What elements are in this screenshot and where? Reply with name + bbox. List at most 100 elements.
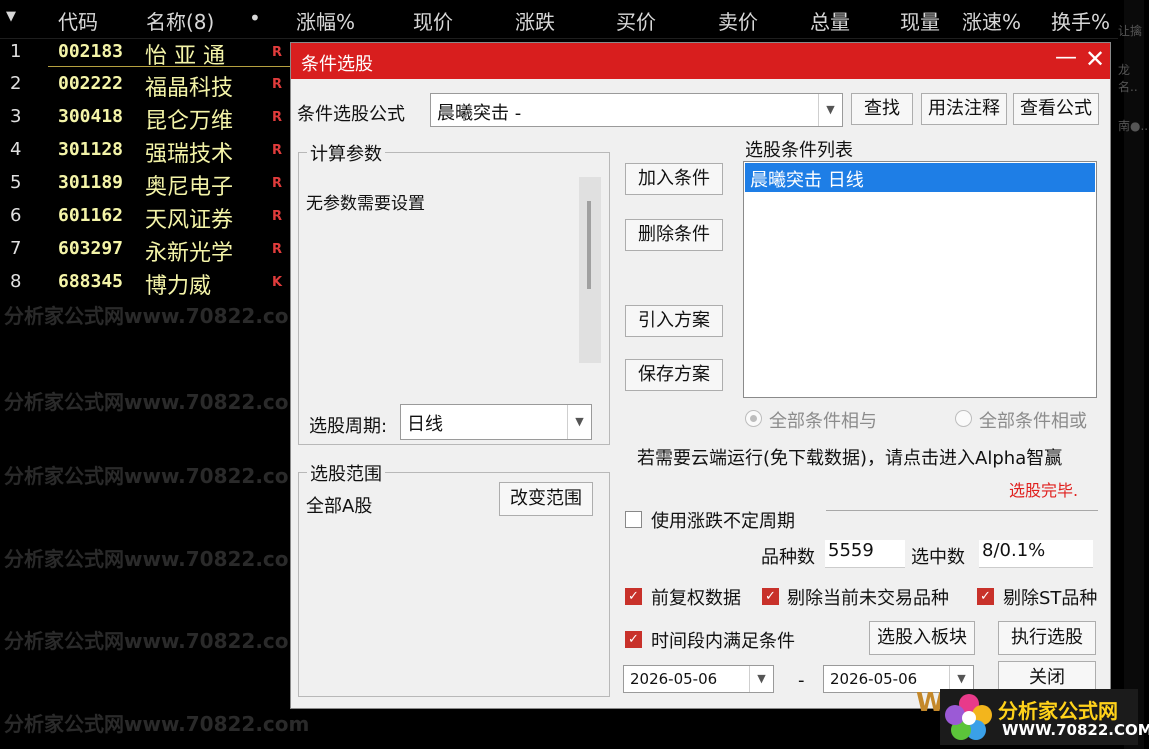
period-select[interactable]: 日线 ▼ xyxy=(400,404,592,440)
stock-name: 强瑞技术 xyxy=(145,142,234,167)
column-change[interactable]: 涨跌 xyxy=(515,6,555,35)
time-range-checkbox[interactable]: ✓ xyxy=(625,631,642,648)
column-change-pct[interactable]: 涨幅% xyxy=(296,6,355,35)
date-separator: - xyxy=(798,670,805,691)
execute-button[interactable]: 执行选股 xyxy=(998,621,1096,655)
list-item-label: 晨曦突击 日线 xyxy=(750,170,864,191)
table-row[interactable]: 8 688345 博力威 K xyxy=(0,268,290,301)
stock-code: 688345 xyxy=(58,271,124,292)
dialog-title: 条件选股 xyxy=(301,54,373,75)
column-code[interactable]: 代码 xyxy=(58,6,98,35)
date-to-value: 2026-05-06 xyxy=(830,670,918,688)
watermark: 分析家公式网www.70822.com xyxy=(4,390,310,414)
row-index: 7 xyxy=(10,238,22,259)
table-row[interactable]: 5 301189 奥尼电子 R xyxy=(0,169,290,202)
params-scrollbar[interactable] xyxy=(579,177,601,363)
column-speed[interactable]: 涨速% xyxy=(962,6,1021,35)
variety-count-field: 5559 xyxy=(825,540,905,568)
row-index: 2 xyxy=(10,73,22,94)
radio-or[interactable] xyxy=(955,410,972,427)
minimize-icon[interactable]: — xyxy=(1055,45,1077,70)
date-from-picker[interactable]: 2026-05-06 ▼ xyxy=(623,665,774,693)
exclude-untraded-checkbox[interactable]: ✓ xyxy=(762,588,779,605)
table-row[interactable]: 4 301128 强瑞技术 R xyxy=(0,136,290,169)
table-row[interactable]: 3 300418 昆仑万维 R xyxy=(0,103,290,136)
change-scope-button[interactable]: 改变范围 xyxy=(499,482,593,516)
stock-flag: R xyxy=(272,45,283,60)
chevron-down-icon[interactable]: ▼ xyxy=(567,405,591,439)
params-group: 计算参数 无参数需要设置 选股周期: 日线 ▼ xyxy=(298,140,610,445)
variable-period-checkbox[interactable] xyxy=(625,511,642,528)
add-to-block-button[interactable]: 选股入板块 xyxy=(869,621,975,655)
date-from-value: 2026-05-06 xyxy=(630,670,718,688)
scope-group: 选股范围 全部A股 改变范围 xyxy=(298,460,610,697)
delete-condition-button[interactable]: 删除条件 xyxy=(625,219,723,251)
selected-count-field: 8/0.1% xyxy=(979,540,1093,568)
time-range-label: 时间段内满足条件 xyxy=(651,631,795,652)
stock-flag: R xyxy=(272,110,283,125)
row-index: 8 xyxy=(10,271,22,292)
column-turnover[interactable]: 换手% xyxy=(1051,6,1110,35)
stock-name: 福晶科技 xyxy=(145,76,234,101)
conditions-list[interactable]: 晨曦突击 日线 xyxy=(743,161,1097,398)
view-formula-button[interactable]: 查看公式 xyxy=(1013,93,1099,125)
row-index: 5 xyxy=(10,172,22,193)
formula-select[interactable]: 晨曦突击 - ▼ xyxy=(430,93,843,127)
row-index: 4 xyxy=(10,139,22,160)
watermark: 分析家公式网www.70822.com xyxy=(4,547,310,571)
stock-code: 002222 xyxy=(58,73,124,94)
find-button[interactable]: 查找 xyxy=(851,93,913,125)
adjusted-data-checkbox[interactable]: ✓ xyxy=(625,588,642,605)
stock-name: 永新光学 xyxy=(145,241,234,266)
list-item[interactable]: 晨曦突击 日线 xyxy=(745,163,1095,192)
stock-flag: R xyxy=(272,176,283,191)
chevron-down-icon[interactable]: ▼ xyxy=(818,94,842,126)
right-panel-fragment: 让擒 龙名.. 南●.. xyxy=(1118,0,1149,160)
scope-value: 全部A股 xyxy=(306,496,373,517)
stock-code: 002183 xyxy=(58,41,124,62)
cloud-link-text[interactable]: 若需要云端运行(免下载数据)，请点击进入Alpha智赢 xyxy=(637,444,1062,470)
stock-flag: R xyxy=(272,209,283,224)
variable-period-label: 使用涨跌不定周期 xyxy=(651,511,795,532)
column-name[interactable]: 名称(8) xyxy=(146,6,214,35)
column-price[interactable]: 现价 xyxy=(413,6,453,35)
table-row[interactable]: 6 601162 天风证券 R xyxy=(0,202,290,235)
watermark: 分析家公式网www.70822.com xyxy=(4,629,310,653)
watermark: 分析家公式网www.70822.com xyxy=(4,304,310,328)
stock-flag: R xyxy=(272,242,283,257)
stock-name: 博力威 xyxy=(145,274,212,299)
column-dot[interactable]: • xyxy=(249,6,261,30)
fragment-text: 让擒 xyxy=(1118,24,1143,38)
table-row[interactable]: 2 002222 福晶科技 R xyxy=(0,70,290,103)
close-icon[interactable]: ✕ xyxy=(1085,45,1105,73)
sort-indicator-icon[interactable]: ▼ xyxy=(6,9,16,24)
column-volume[interactable]: 总量 xyxy=(810,6,850,35)
add-condition-button[interactable]: 加入条件 xyxy=(625,163,723,195)
fragment-text: 龙名.. xyxy=(1118,63,1138,94)
variable-period-field[interactable] xyxy=(826,510,1098,511)
radio-and-label: 全部条件相与 xyxy=(769,411,877,432)
row-index: 3 xyxy=(10,106,22,127)
column-current-volume[interactable]: 现量 xyxy=(900,6,940,35)
conditions-list-label: 选股条件列表 xyxy=(745,140,853,161)
watermark: 分析家公式网www.70822.com xyxy=(4,464,310,488)
save-scheme-button[interactable]: 保存方案 xyxy=(625,359,723,391)
column-bid[interactable]: 买价 xyxy=(616,6,656,35)
dialog-titlebar[interactable]: 条件选股 — ✕ xyxy=(291,43,1110,79)
stock-flag: K xyxy=(272,275,283,290)
stock-flag: R xyxy=(272,143,283,158)
radio-and[interactable] xyxy=(745,410,762,427)
exclude-st-checkbox[interactable]: ✓ xyxy=(977,588,994,605)
column-ask[interactable]: 卖价 xyxy=(718,6,758,35)
stock-name: 天风证券 xyxy=(145,208,234,233)
condition-stock-picker-dialog: 条件选股 — ✕ 条件选股公式 晨曦突击 - ▼ 查找 用法注释 查看公式 计算… xyxy=(290,42,1111,709)
scroll-thumb[interactable] xyxy=(587,201,591,289)
chevron-down-icon[interactable]: ▼ xyxy=(749,666,773,692)
import-scheme-button[interactable]: 引入方案 xyxy=(625,305,723,337)
stock-code: 300418 xyxy=(58,106,124,127)
variety-count-label: 品种数 xyxy=(761,547,815,568)
usage-notes-button[interactable]: 用法注释 xyxy=(921,93,1007,125)
table-row[interactable]: 7 603297 永新光学 R xyxy=(0,235,290,268)
period-value: 日线 xyxy=(407,414,443,435)
stock-name: 昆仑万维 xyxy=(145,109,234,134)
